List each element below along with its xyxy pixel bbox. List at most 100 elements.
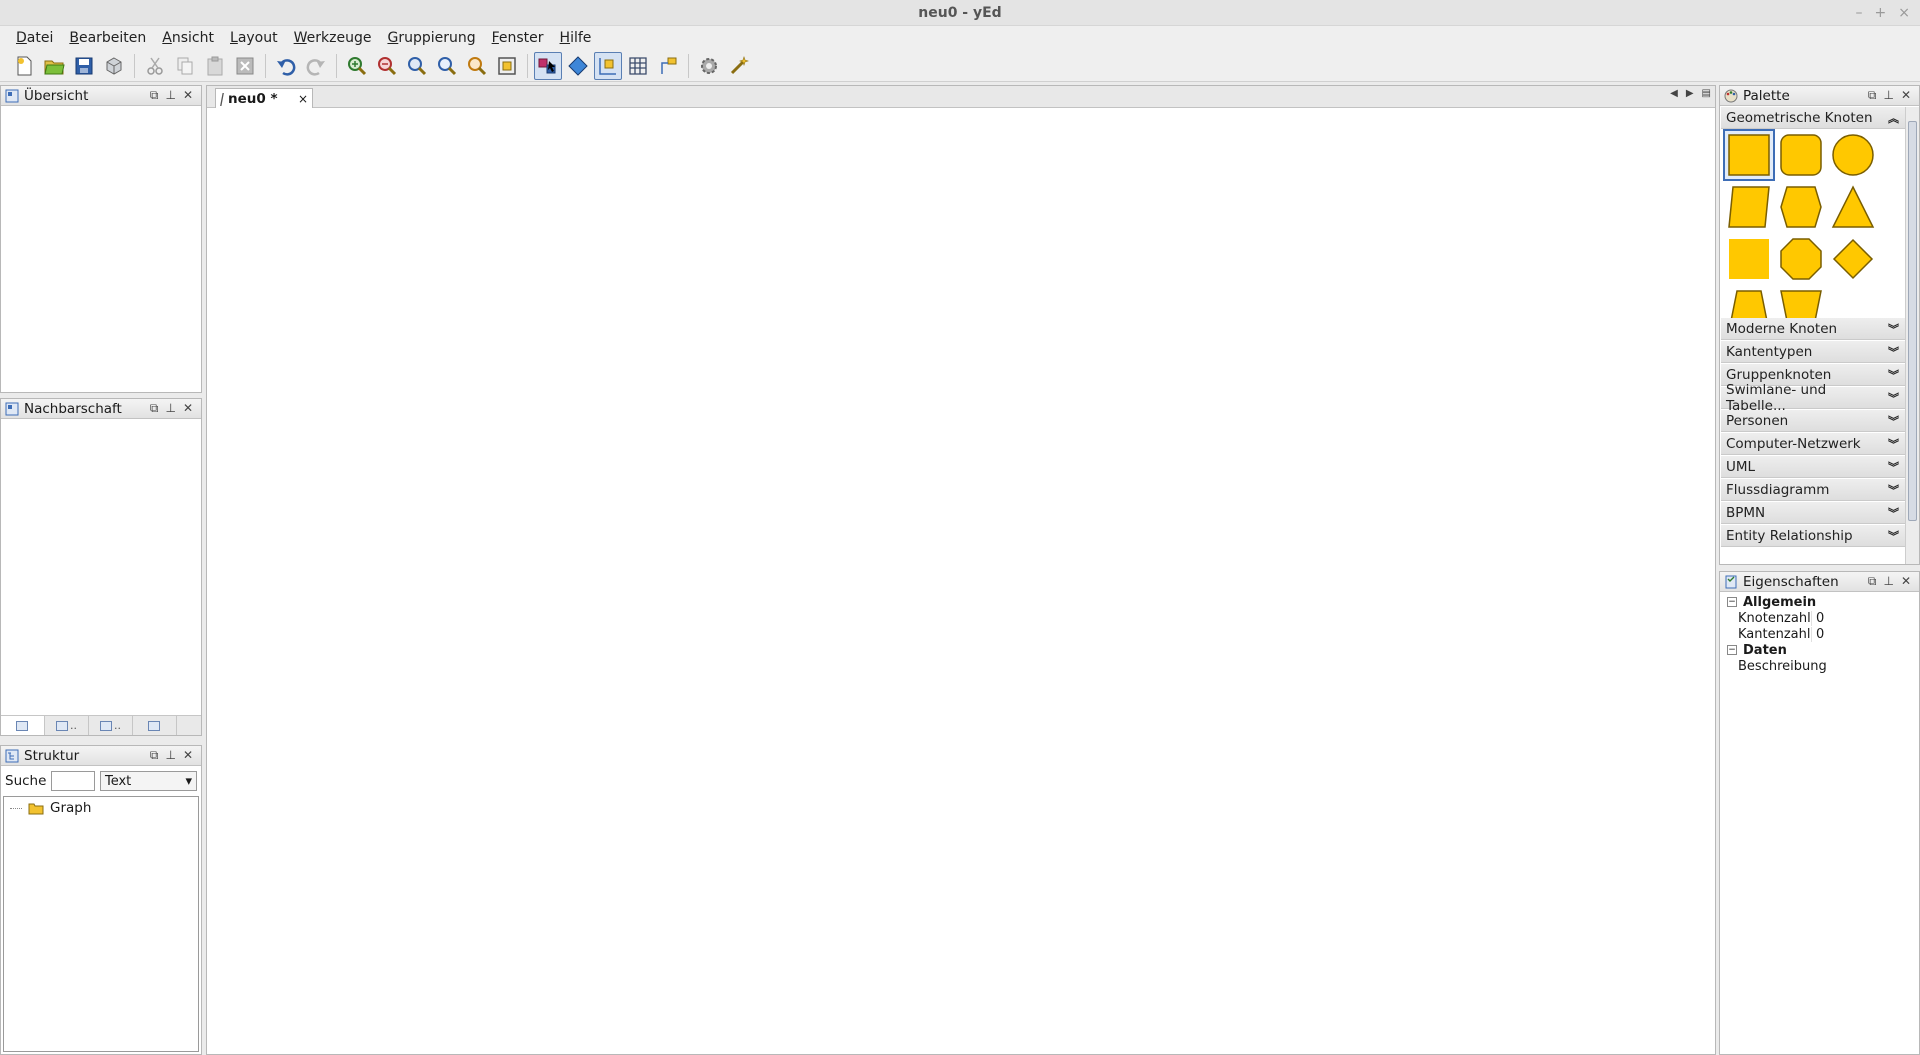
palette-scrollbar[interactable] <box>1905 107 1919 564</box>
menu-ansicht[interactable]: Ansicht <box>154 30 222 46</box>
redo-button[interactable] <box>302 52 330 80</box>
neighborhood-tab[interactable] <box>1 716 45 735</box>
octagon-shape-icon <box>1780 238 1822 280</box>
palette-section-geometric[interactable]: Geometrische Knoten ︽ <box>1721 107 1905 129</box>
close-icon[interactable]: ✕ <box>1901 88 1911 103</box>
tree-node-graph[interactable]: Graph <box>10 800 192 816</box>
shape-ellipse[interactable] <box>1827 129 1879 181</box>
property-group-daten[interactable]: − Daten <box>1721 642 1918 658</box>
close-window-button[interactable]: × <box>1898 0 1910 26</box>
collapse-icon[interactable]: − <box>1727 645 1737 655</box>
property-value[interactable]: 0 <box>1811 610 1918 626</box>
menu-werkzeuge[interactable]: Werkzeuge <box>286 30 380 46</box>
palette-section[interactable]: Computer-Netzwerk ︾ <box>1721 433 1905 455</box>
zoom-actual-size-button[interactable] <box>403 52 431 80</box>
palette-section[interactable]: BPMN ︾ <box>1721 502 1905 524</box>
export-button[interactable] <box>100 52 128 80</box>
grid-button[interactable] <box>624 52 652 80</box>
scrollbar-thumb[interactable] <box>1908 121 1917 521</box>
palette-section[interactable]: Flussdiagramm ︾ <box>1721 479 1905 501</box>
new-document-button[interactable] <box>10 52 38 80</box>
fit-content-button[interactable] <box>493 52 521 80</box>
scroll-left-icon[interactable]: ◀ <box>1670 88 1678 99</box>
property-row: Beschreibung <box>1738 658 1827 674</box>
menu-bearbeiten[interactable]: Bearbeiten <box>61 30 154 46</box>
maximize-button[interactable]: + <box>1875 0 1887 26</box>
shape-parallelogram[interactable] <box>1723 181 1775 233</box>
float-icon[interactable]: ⧉ <box>150 88 159 103</box>
pin-icon[interactable]: ⊥ <box>1883 574 1893 589</box>
close-icon[interactable]: ✕ <box>183 401 193 416</box>
shape-rectangle-flat[interactable] <box>1723 233 1775 285</box>
snap-lines-button[interactable] <box>594 51 622 80</box>
neighborhood-header: Nachbarschaft ⧉ ⊥ ✕ <box>1 399 201 419</box>
pin-icon[interactable]: ⊥ <box>1883 88 1893 103</box>
menu-hilfe[interactable]: Hilfe <box>552 30 600 46</box>
paste-button[interactable] <box>201 52 229 80</box>
zoom-in-icon <box>348 56 367 75</box>
shape-hexagon[interactable] <box>1775 181 1827 233</box>
menu-datei[interactable]: Datei <box>8 30 61 46</box>
close-icon[interactable]: ✕ <box>183 748 193 763</box>
undo-button[interactable] <box>272 52 300 80</box>
palette-title: Palette <box>1743 87 1790 104</box>
navigation-mode-button[interactable] <box>564 52 592 80</box>
property-value[interactable]: 0 <box>1811 626 1918 642</box>
property-group-allgemein[interactable]: − Allgemein <box>1721 594 1918 610</box>
scroll-right-icon[interactable]: ▶ <box>1686 88 1694 99</box>
shape-triangle[interactable] <box>1827 181 1879 233</box>
zoom-fit-button[interactable] <box>433 52 461 80</box>
close-tab-icon[interactable]: × <box>298 92 308 106</box>
grid-icon <box>629 56 647 75</box>
collapse-icon[interactable]: − <box>1727 597 1737 607</box>
float-icon[interactable]: ⧉ <box>1868 88 1877 103</box>
search-mode-select[interactable]: Text ▾ <box>99 771 197 791</box>
pin-icon[interactable]: ⊥ <box>165 401 175 416</box>
search-input[interactable] <box>51 771 95 791</box>
edit-mode-button[interactable] <box>534 51 562 80</box>
zoom-in-button[interactable] <box>343 52 371 80</box>
menu-layout[interactable]: Layout <box>222 30 286 46</box>
orthogonal-edges-button[interactable] <box>654 52 682 80</box>
zoom-out-button[interactable] <box>373 52 401 80</box>
palette-section[interactable]: UML ︾ <box>1721 456 1905 478</box>
save-button[interactable] <box>70 52 98 80</box>
copy-icon <box>177 57 193 74</box>
shape-diamond[interactable] <box>1827 233 1879 285</box>
neighborhood-tab[interactable] <box>133 716 177 735</box>
drawing-canvas[interactable] <box>207 108 1715 1054</box>
float-icon[interactable]: ⧉ <box>150 748 159 763</box>
copy-button[interactable] <box>171 52 199 80</box>
close-icon[interactable]: ✕ <box>183 88 193 103</box>
delete-button[interactable] <box>231 52 259 80</box>
zoom-selection-button[interactable] <box>463 52 491 80</box>
close-icon[interactable]: ✕ <box>1901 574 1911 589</box>
palette-section[interactable]: Swimlane- und Tabelle... ︾ <box>1721 382 1905 414</box>
menu-gruppierung[interactable]: Gruppierung <box>379 30 483 46</box>
neighborhood-tab[interactable]: .. <box>89 716 133 735</box>
layout-button[interactable] <box>695 52 723 80</box>
menu-fenster[interactable]: Fenster <box>484 30 552 46</box>
cut-button[interactable] <box>141 52 169 80</box>
document-tab[interactable]: ǀ neu0 * × <box>215 88 313 108</box>
shape-octagon[interactable] <box>1775 233 1827 285</box>
magic-wand-button[interactable] <box>725 52 753 80</box>
document-tab-bar: ǀ neu0 * × ◀ ▶ ▤ <box>207 86 1715 108</box>
pin-icon[interactable]: ⊥ <box>165 88 175 103</box>
shape-rounded-rectangle[interactable] <box>1775 129 1827 181</box>
properties-icon <box>1725 575 1737 588</box>
magic-wand-icon <box>730 55 749 74</box>
open-button[interactable] <box>40 52 68 80</box>
neighborhood-tab[interactable]: .. <box>45 716 89 735</box>
float-icon[interactable]: ⧉ <box>150 401 159 416</box>
minimize-button[interactable]: – <box>1856 0 1863 26</box>
palette-section[interactable]: Kantentypen ︾ <box>1721 341 1905 363</box>
shape-rectangle[interactable] <box>1723 129 1775 181</box>
palette-section[interactable]: Entity Relationship ︾ <box>1721 525 1905 547</box>
palette-section[interactable]: Personen ︾ <box>1721 410 1905 432</box>
triangle-shape-icon <box>1831 185 1875 228</box>
pin-icon[interactable]: ⊥ <box>165 748 175 763</box>
float-icon[interactable]: ⧉ <box>1868 574 1877 589</box>
palette-section[interactable]: Moderne Knoten ︾ <box>1721 318 1905 340</box>
tab-list-icon[interactable]: ▤ <box>1702 88 1711 99</box>
